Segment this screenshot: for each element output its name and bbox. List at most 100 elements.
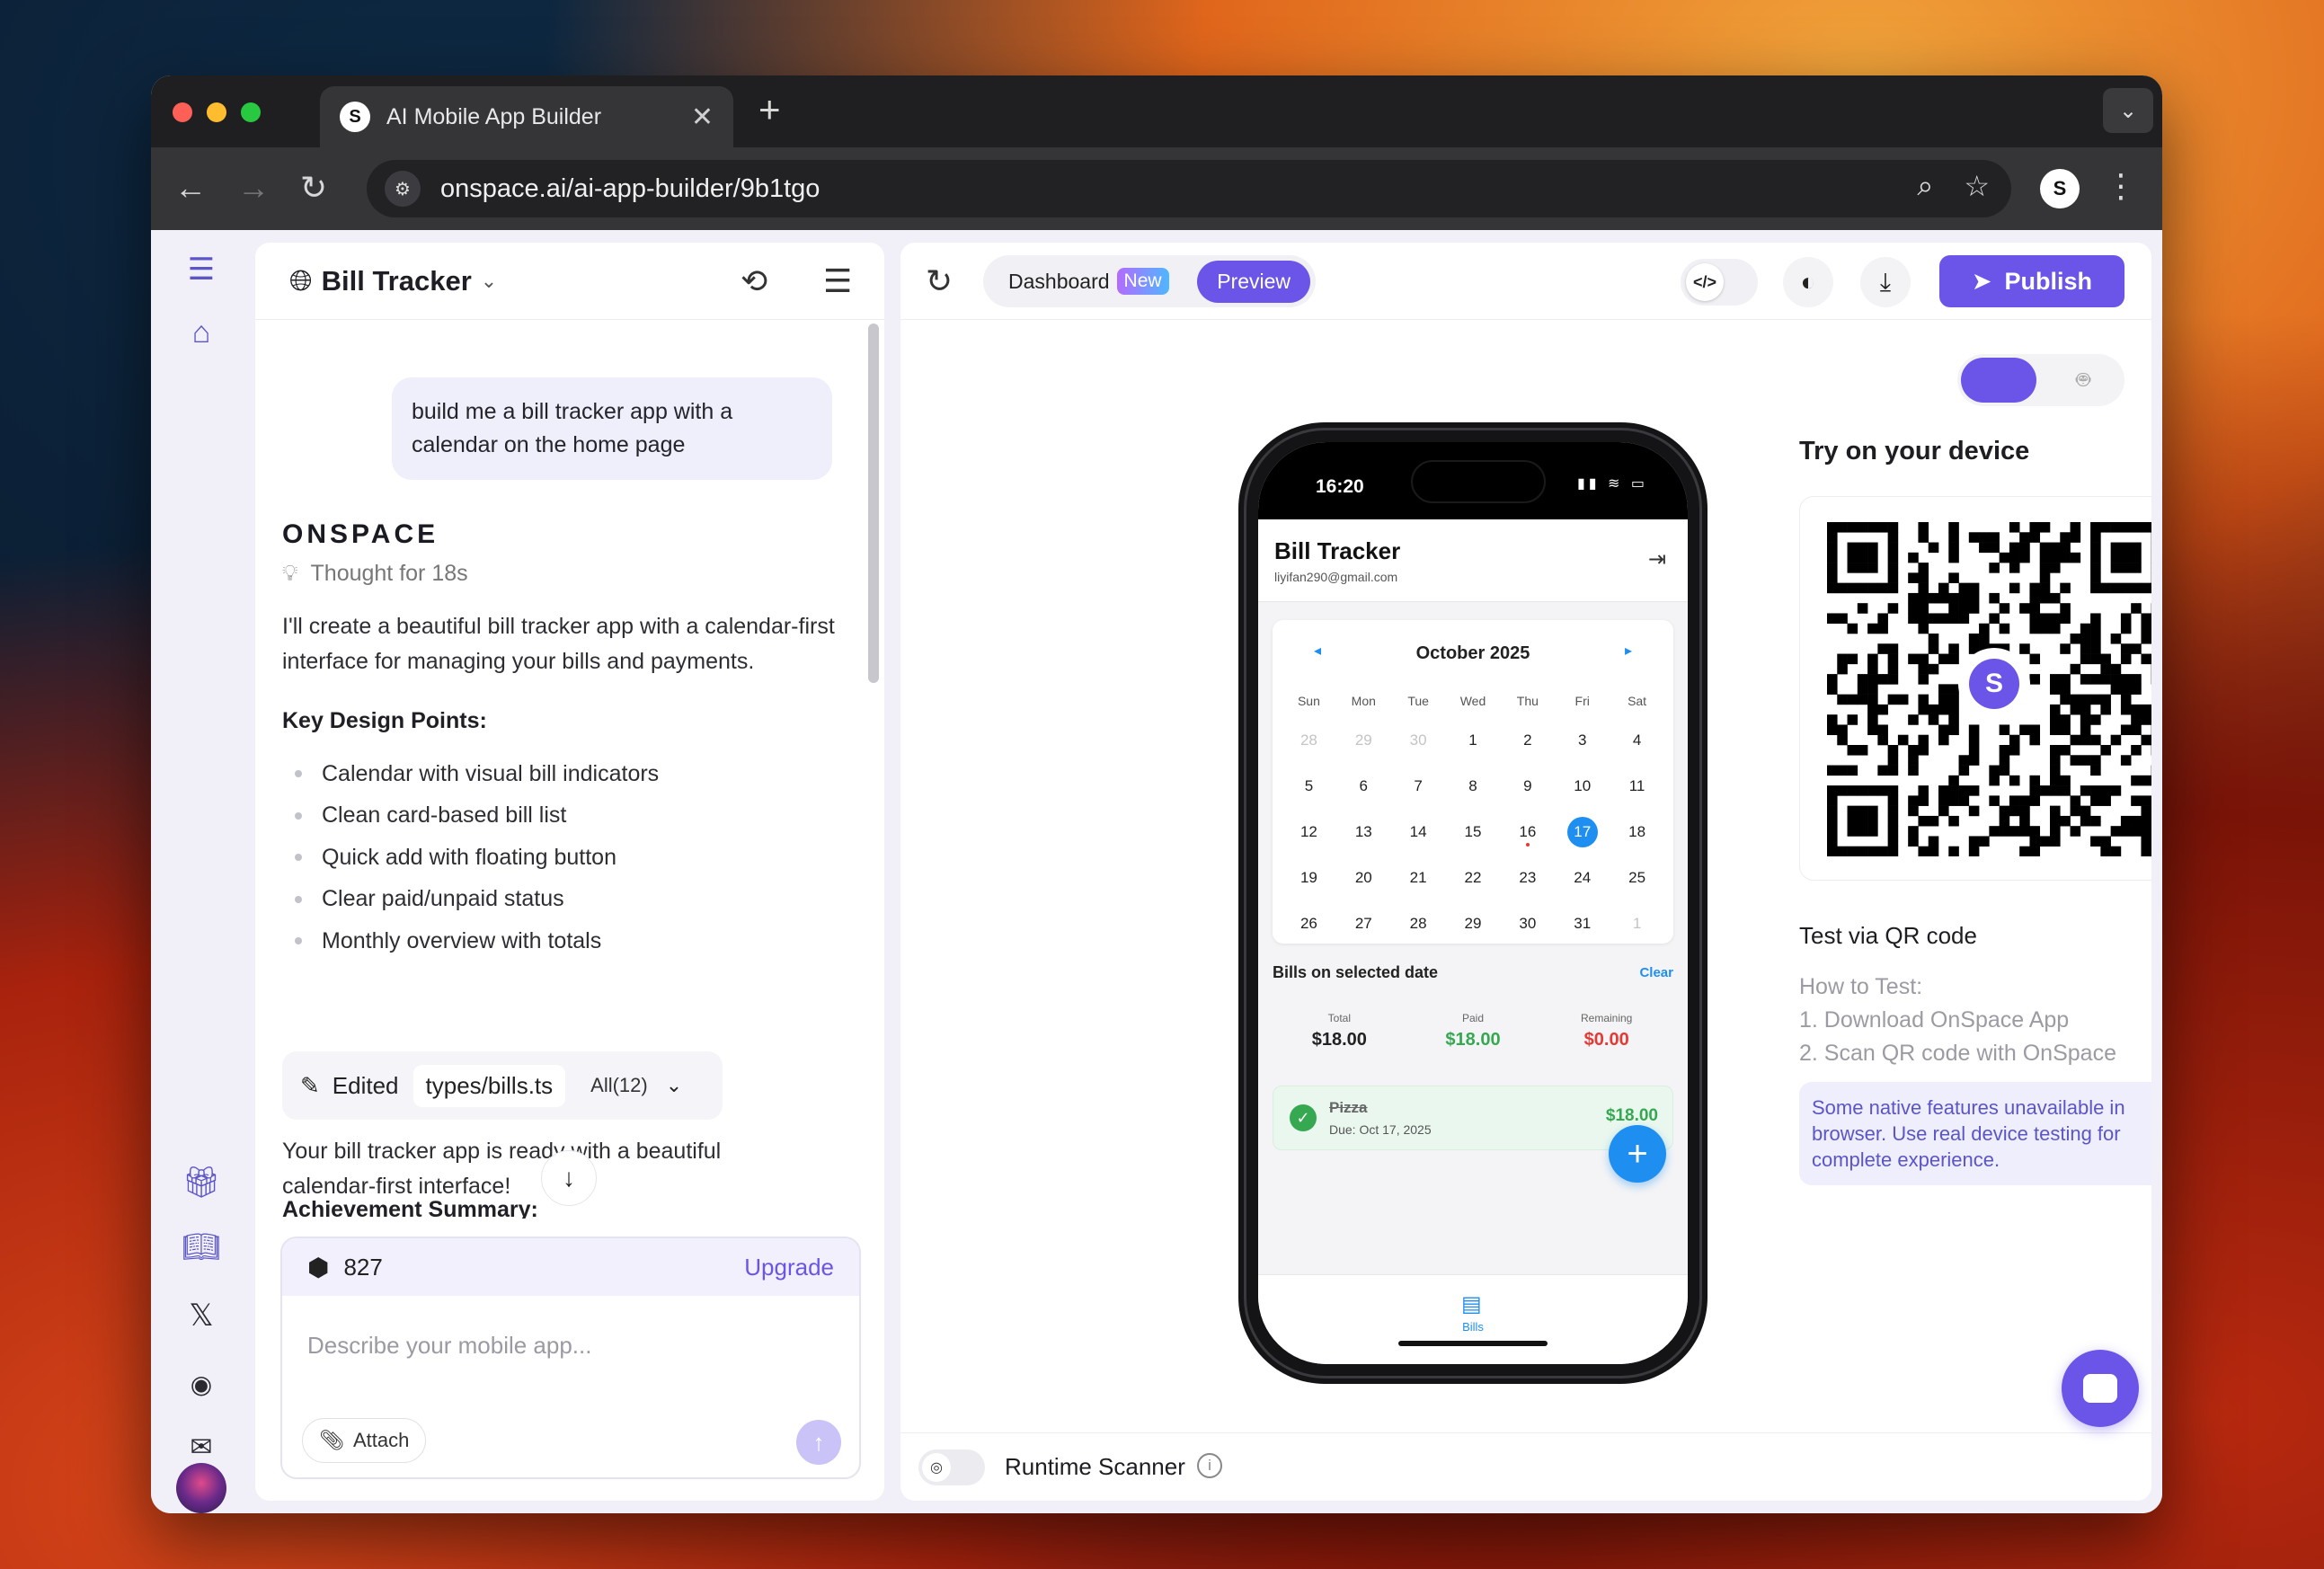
tab-preview[interactable]: Preview xyxy=(1197,260,1310,303)
logout-icon[interactable]: ⇥ xyxy=(1648,546,1666,572)
native-features-note: Some native features unavailable in brow… xyxy=(1799,1082,2151,1185)
browser-menu-icon[interactable]: ⋮ xyxy=(2105,167,2137,205)
calendar-day[interactable]: 6 xyxy=(1336,763,1391,809)
add-bill-button[interactable]: + xyxy=(1609,1125,1666,1183)
close-window-button[interactable] xyxy=(173,102,192,122)
calendar-day[interactable]: 29 xyxy=(1336,717,1391,763)
calendar-day[interactable]: 14 xyxy=(1391,809,1446,855)
collapse-sidebar-icon[interactable]: ☰ xyxy=(182,250,221,289)
app-tab-bar: ▤ Bills xyxy=(1258,1274,1688,1364)
apple-icon[interactable] xyxy=(1961,358,2036,403)
calendar-day[interactable]: 28 xyxy=(1282,717,1336,763)
attach-button[interactable]: 📎︎ Attach xyxy=(302,1418,427,1463)
calendar-day[interactable]: 25 xyxy=(1610,855,1664,900)
calendar-day[interactable]: 16 xyxy=(1500,809,1555,855)
calendar-day[interactable]: 26 xyxy=(1282,900,1336,946)
info-icon[interactable]: i xyxy=(1197,1453,1222,1478)
calendar-day[interactable]: 21 xyxy=(1391,855,1446,900)
calendar-day[interactable]: 18 xyxy=(1610,809,1664,855)
project-title[interactable]: Bill Tracker xyxy=(322,265,472,297)
url-field[interactable]: ⚙ onspace.ai/ai-app-builder/9b1tgo ⌕ ☆ xyxy=(367,160,2011,217)
gift-icon[interactable]: 🎁︎ xyxy=(182,1163,221,1202)
calendar-day[interactable]: 2 xyxy=(1500,717,1555,763)
discord-icon[interactable]: ◉ xyxy=(182,1364,221,1404)
maximize-window-button[interactable] xyxy=(241,102,261,122)
code-view-toggle[interactable]: </> xyxy=(1681,259,1758,306)
calendar-day[interactable]: 1 xyxy=(1610,900,1664,946)
collapse-chat-icon[interactable]: ☰ xyxy=(823,262,852,300)
tab-dashboard[interactable]: Dashboard xyxy=(1008,270,1110,294)
runtime-scanner-toggle[interactable]: ◎ xyxy=(918,1449,985,1485)
upgrade-link[interactable]: Upgrade xyxy=(744,1254,834,1281)
publish-button[interactable]: ➤ Publish xyxy=(1939,255,2124,307)
android-icon[interactable]: 🤖︎ xyxy=(2045,358,2121,403)
calendar-day[interactable]: 30 xyxy=(1500,900,1555,946)
calendar-day[interactable]: 13 xyxy=(1336,809,1391,855)
bookmark-star-icon[interactable]: ☆ xyxy=(1964,169,1990,203)
calendar-day[interactable]: 20 xyxy=(1336,855,1391,900)
thought-indicator[interactable]: 💡︎ Thought for 18s xyxy=(282,561,468,587)
download-icon[interactable]: ⤓ xyxy=(1860,257,1911,307)
calendar-day[interactable]: 11 xyxy=(1610,763,1664,809)
site-settings-icon[interactable]: ⚙ xyxy=(385,171,421,207)
calendar-day[interactable]: 3 xyxy=(1555,717,1610,763)
minimize-window-button[interactable] xyxy=(207,102,226,122)
calendar-day[interactable]: 5 xyxy=(1282,763,1336,809)
user-message: build me a bill tracker app with a calen… xyxy=(392,377,832,480)
user-avatar[interactable] xyxy=(176,1463,226,1513)
reload-icon[interactable]: ↻ xyxy=(300,169,327,207)
home-icon[interactable]: ⌂ xyxy=(182,313,221,352)
paid-check-icon[interactable]: ✓ xyxy=(1290,1104,1317,1131)
refresh-preview-icon[interactable]: ↻ xyxy=(926,262,953,300)
browser-tab[interactable]: S AI Mobile App Builder ✕ xyxy=(320,86,733,147)
calendar-day[interactable]: 4 xyxy=(1610,717,1664,763)
onspace-wordmark: ONSPACE xyxy=(282,519,439,549)
calendar-day[interactable]: 31 xyxy=(1555,900,1610,946)
calendar-day[interactable]: 28 xyxy=(1391,900,1446,946)
close-tab-icon[interactable]: ✕ xyxy=(691,102,714,133)
file-edit-icon: ✎ xyxy=(300,1071,320,1099)
edited-files-card[interactable]: ✎ Edited types/bills.ts All(12) ⌄ xyxy=(282,1051,723,1120)
calendar-day[interactable]: 7 xyxy=(1391,763,1446,809)
calendar-day[interactable]: 24 xyxy=(1555,855,1610,900)
calendar-day[interactable]: 22 xyxy=(1446,855,1501,900)
calendar-day[interactable]: 15 xyxy=(1446,809,1501,855)
edited-count[interactable]: All(12) xyxy=(590,1074,648,1097)
credits-bar: ⬢ 827 Upgrade xyxy=(282,1238,859,1296)
chat-scrollbar[interactable] xyxy=(868,324,879,683)
calendar-day[interactable]: 1 xyxy=(1446,717,1501,763)
onspace-extension-icon[interactable]: S xyxy=(2040,169,2080,208)
bills-tab-icon[interactable]: ▤ xyxy=(1461,1291,1482,1317)
calendar-day[interactable]: 19 xyxy=(1282,855,1336,900)
scroll-to-bottom-button[interactable]: ↓ xyxy=(541,1150,597,1206)
new-tab-button[interactable]: + xyxy=(758,88,781,131)
calendar-day[interactable]: 30 xyxy=(1391,717,1446,763)
x-logo-icon[interactable]: 𝕏 xyxy=(182,1296,221,1335)
next-month-icon[interactable]: ▸ xyxy=(1625,642,1632,660)
mail-icon[interactable]: ✉ xyxy=(182,1427,221,1467)
zoom-icon[interactable]: ⌕ xyxy=(1917,169,1933,203)
back-arrow-icon[interactable]: ← xyxy=(174,169,207,207)
forward-arrow-icon[interactable]: → xyxy=(237,169,270,207)
book-icon[interactable]: 📖︎ xyxy=(182,1228,221,1267)
clear-selection-button[interactable]: Clear xyxy=(1639,965,1673,980)
calendar-day[interactable]: 29 xyxy=(1446,900,1501,946)
calendar-day[interactable]: 10 xyxy=(1555,763,1610,809)
calendar-day[interactable]: 12 xyxy=(1282,809,1336,855)
list-item: Clear paid/unpaid status xyxy=(282,879,659,921)
calendar-day[interactable]: 23 xyxy=(1500,855,1555,900)
calendar-day[interactable]: 17 xyxy=(1555,809,1610,855)
calendar-day[interactable]: 8 xyxy=(1446,763,1501,809)
github-icon[interactable]: ◐ xyxy=(1783,257,1833,307)
prompt-input[interactable]: Describe your mobile app... xyxy=(307,1332,591,1360)
send-button[interactable]: ↑ xyxy=(796,1420,841,1465)
edited-file-name[interactable]: types/bills.ts xyxy=(412,1064,566,1107)
chevron-down-icon[interactable]: ⌄ xyxy=(666,1074,682,1097)
bills-tab-label[interactable]: Bills xyxy=(1258,1320,1688,1334)
chevron-down-icon[interactable]: ⌄ xyxy=(481,270,497,293)
support-chat-button[interactable] xyxy=(2062,1350,2139,1427)
calendar-day[interactable]: 27 xyxy=(1336,900,1391,946)
history-icon[interactable]: ⟲ xyxy=(741,262,767,300)
calendar-day[interactable]: 9 xyxy=(1500,763,1555,809)
tab-search-chevron-icon[interactable]: ⌄ xyxy=(2103,88,2153,133)
